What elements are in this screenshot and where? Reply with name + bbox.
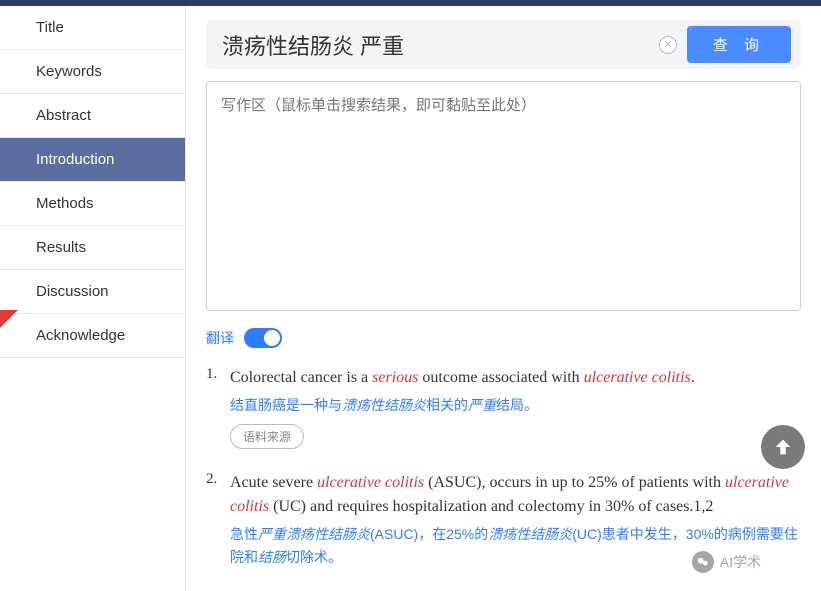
search-bar: ✕ 查 询 — [206, 20, 801, 69]
main-panel: ✕ 查 询 翻译 1.Colorectal cancer is a seriou… — [186, 6, 821, 591]
nav-keywords[interactable]: Keywords — [0, 50, 185, 94]
wechat-icon — [692, 551, 714, 573]
nav-title[interactable]: Title — [0, 6, 185, 50]
watermark-text: AI学术 — [720, 552, 761, 572]
nav-introduction[interactable]: Introduction — [0, 138, 185, 182]
source-button[interactable]: 语料来源 — [230, 424, 304, 449]
toggle-knob — [264, 330, 280, 346]
clear-search-button[interactable]: ✕ — [659, 36, 677, 54]
result-english: Colorectal cancer is a serious outcome a… — [230, 366, 801, 390]
translate-toggle[interactable] — [244, 328, 282, 348]
nav-abstract[interactable]: Abstract — [0, 94, 185, 138]
result-body: Colorectal cancer is a serious outcome a… — [230, 366, 801, 449]
results-list: 1.Colorectal cancer is a serious outcome… — [206, 366, 801, 568]
translate-row: 翻译 — [206, 328, 801, 348]
nav-item-label: Acknowledge — [36, 327, 125, 344]
query-button[interactable]: 查 询 — [687, 26, 791, 63]
result-translation: 结直肠癌是一种与溃疡性结肠炎相关的严重结局。 — [230, 394, 801, 416]
arrow-up-icon — [772, 436, 794, 458]
scroll-top-button[interactable] — [761, 425, 805, 469]
nav-results[interactable]: Results — [0, 226, 185, 270]
result-number: 2. — [206, 471, 230, 568]
nav-methods[interactable]: Methods — [0, 182, 185, 226]
close-icon: ✕ — [663, 38, 672, 51]
watermark: AI学术 — [692, 551, 761, 573]
result-item[interactable]: 1.Colorectal cancer is a serious outcome… — [206, 366, 801, 449]
nav-discussion[interactable]: Discussion — [0, 270, 185, 314]
result-number: 1. — [206, 366, 230, 449]
new-badge: NEW — [0, 310, 40, 354]
search-input[interactable] — [216, 28, 649, 62]
sidebar: Title Keywords Abstract Introduction Met… — [0, 6, 186, 591]
translate-label: 翻译 — [206, 328, 234, 348]
result-english: Acute severe ulcerative colitis (ASUC), … — [230, 471, 801, 519]
write-area[interactable] — [206, 81, 801, 311]
nav-acknowledge[interactable]: Acknowledge NEW — [0, 314, 185, 358]
